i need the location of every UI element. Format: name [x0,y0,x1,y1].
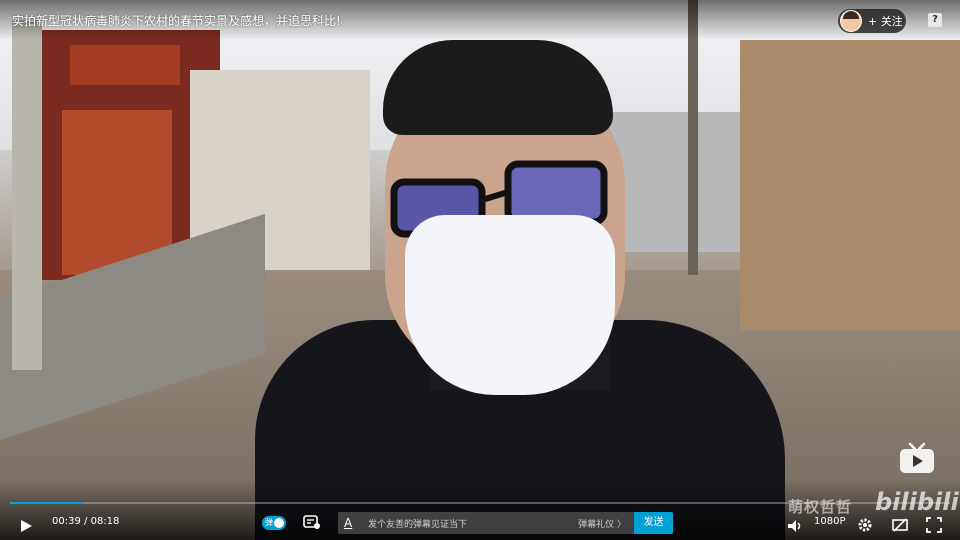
video-player[interactable]: 实拍新型冠状病毒肺炎下农村的春节实景及感想，并追思科比! + 关注 ? 萌权哲哲… [0,0,960,540]
person-face-mask [405,215,615,395]
scene-utility-pole [688,0,698,275]
danmaku-toggle-label: 弹 [265,518,273,527]
fullscreen-icon[interactable] [926,514,942,536]
widescreen-icon[interactable] [892,514,908,536]
quality-selector[interactable]: 1080P [814,516,845,527]
play-icon[interactable] [18,515,34,537]
danmaku-etiquette-link[interactable]: 弹幕礼仪 〉 [578,517,626,530]
gear-icon[interactable] [857,514,873,536]
tv-icon[interactable] [898,442,936,474]
danmaku-style-icon[interactable]: A [344,516,358,530]
person-hair [383,40,613,135]
uploader-avatar[interactable] [840,10,862,32]
time-separator: / [84,516,88,527]
danmaku-placeholder: 发个友善的弹幕见证当下 [368,519,468,530]
danmaku-input[interactable]: A 发个友善的弹幕见证当下 弹幕礼仪 〉 [338,512,634,534]
video-title: 实拍新型冠状病毒肺炎下农村的春节实景及感想，并追思科比! [12,14,341,28]
scene-gate-sign [70,45,180,85]
volume-icon[interactable] [787,515,803,537]
follow-label: + 关注 [868,15,903,28]
time-display: 00:39 / 08:18 [52,516,119,527]
scene-house [605,112,755,252]
danmaku-toggle[interactable]: 弹 [262,516,286,530]
danmaku-settings-icon[interactable] [303,514,321,530]
progress-fill [10,502,84,504]
video-frame[interactable] [0,0,960,540]
scene-tree [12,20,42,370]
help-icon[interactable]: ? [928,13,942,27]
follow-button[interactable]: + 关注 [838,9,906,33]
send-button[interactable]: 发送 [634,512,673,534]
uploader-watermark: 萌权哲哲 [788,498,853,516]
scene-brick-building [740,40,960,330]
progress-bar[interactable] [10,502,950,504]
duration: 08:18 [90,516,120,527]
current-time: 00:39 [52,516,81,527]
